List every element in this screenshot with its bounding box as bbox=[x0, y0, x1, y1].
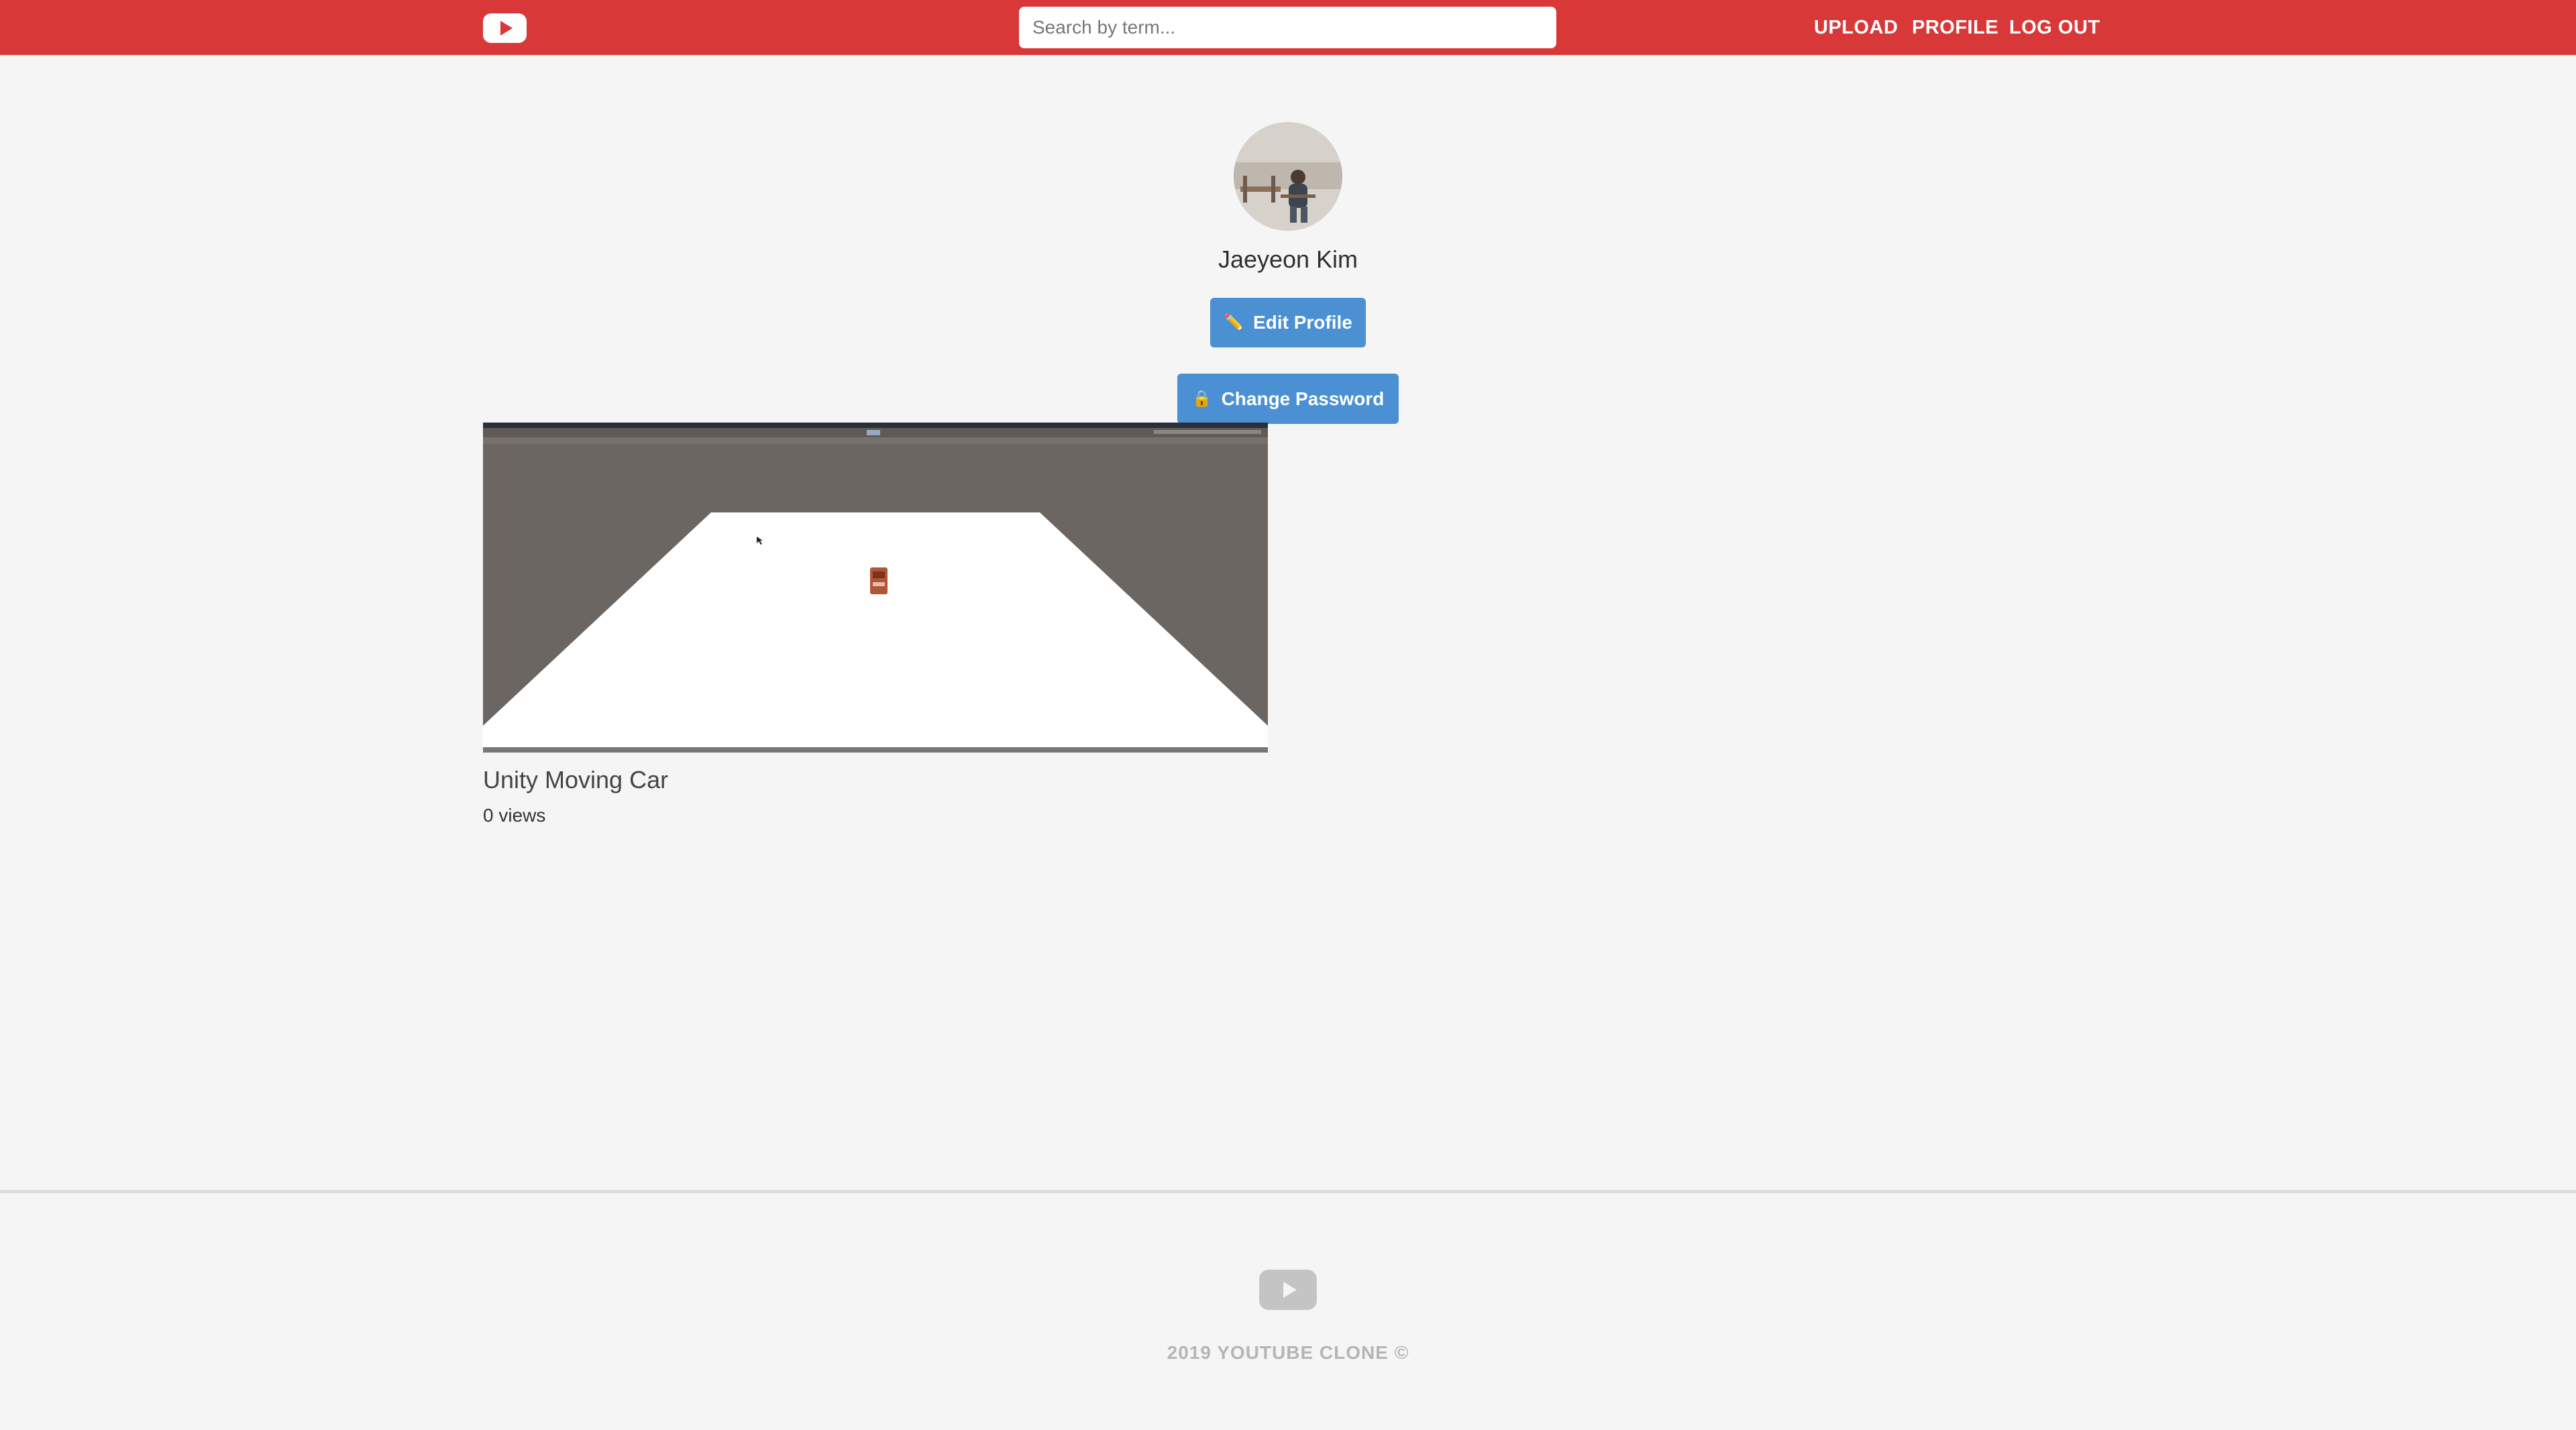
footer: 2019 YOUTUBE CLONE © bbox=[0, 1190, 2576, 1430]
search-input[interactable] bbox=[1019, 7, 1556, 48]
youtube-play-icon bbox=[1259, 1270, 1317, 1310]
home-logo-icon[interactable] bbox=[483, 13, 527, 43]
change-password-button[interactable]: 🔒 Change Password bbox=[1177, 374, 1399, 424]
top-header: UPLOAD PROFILE LOG OUT bbox=[0, 0, 2576, 55]
change-password-label: Change Password bbox=[1221, 388, 1385, 409]
nav-upload-link[interactable]: UPLOAD bbox=[1814, 0, 1898, 55]
avatar bbox=[1234, 122, 1342, 231]
nav-logout-link[interactable]: LOG OUT bbox=[2009, 0, 2100, 55]
video-title[interactable]: Unity Moving Car bbox=[483, 766, 668, 794]
edit-profile-label: Edit Profile bbox=[1253, 312, 1352, 333]
nav-profile-link[interactable]: PROFILE bbox=[1912, 0, 1998, 55]
edit-profile-button[interactable]: ✏️ Edit Profile bbox=[1210, 298, 1366, 347]
profile-username: Jaeyeon Kim bbox=[1218, 245, 1358, 273]
lock-icon: 🔒 bbox=[1191, 389, 1212, 408]
pencil-icon: ✏️ bbox=[1224, 313, 1244, 331]
video-views: 0 views bbox=[483, 805, 546, 826]
copyright-text: 2019 YOUTUBE CLONE © bbox=[1167, 1342, 1409, 1363]
video-thumbnail[interactable] bbox=[483, 423, 1268, 753]
